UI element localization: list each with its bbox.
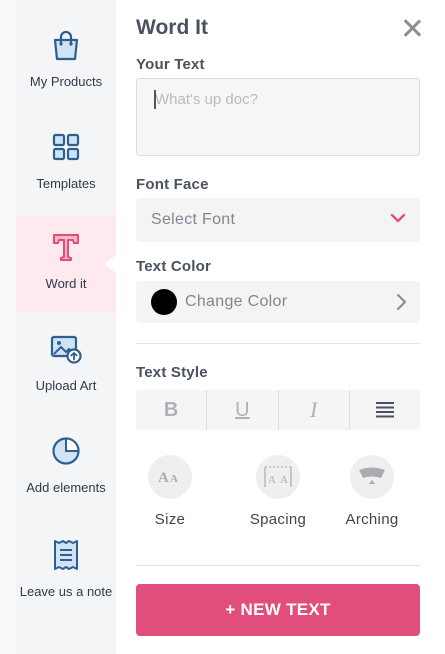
sidebar-item-label: Upload Art xyxy=(35,378,97,393)
bold-button[interactable]: B xyxy=(136,390,208,430)
font-size-icon: A A xyxy=(148,455,192,499)
text-color-label: Text Color xyxy=(136,258,212,275)
divider xyxy=(136,565,420,566)
sidebar-item-label: My Products xyxy=(29,74,103,89)
svg-text:A: A xyxy=(170,473,178,485)
underline-button[interactable]: U xyxy=(207,390,279,430)
spacing-tool[interactable]: A A Spacing xyxy=(238,455,318,528)
arch-icon xyxy=(350,455,394,499)
svg-text:A: A xyxy=(268,474,276,486)
sidebar-item-my-products[interactable]: My Products xyxy=(16,14,116,110)
font-select-text: Select Font xyxy=(151,211,236,228)
shopping-bag-icon xyxy=(49,28,83,62)
sidebar-item-label: Add elements xyxy=(26,480,106,495)
sidebar-item-word-it[interactable]: Word it xyxy=(16,216,117,312)
chevron-down-icon xyxy=(390,213,406,223)
sidebar-item-templates[interactable]: Templates xyxy=(16,116,116,212)
text-input[interactable] xyxy=(136,78,420,156)
sidebar-item-label: Leave us a note xyxy=(19,584,113,599)
svg-text:A: A xyxy=(280,474,288,486)
image-upload-icon xyxy=(49,332,83,366)
arching-tool[interactable]: Arching xyxy=(332,455,412,528)
text-t-icon xyxy=(49,230,83,264)
text-style-label: Text Style xyxy=(136,364,208,381)
sidebar: My Products Templates Word it Upload Art… xyxy=(0,0,117,654)
sidebar-item-leave-note[interactable]: Leave us a note xyxy=(16,524,116,620)
sidebar-item-label: Word it xyxy=(45,276,87,291)
svg-text:A: A xyxy=(158,470,169,486)
size-tool[interactable]: A A Size xyxy=(130,455,210,528)
word-it-panel: Word It Your Text Font Face Select Font … xyxy=(116,0,445,654)
grid-icon xyxy=(49,130,83,164)
your-text-label: Your Text xyxy=(136,56,205,73)
panel-title: Word It xyxy=(136,16,208,39)
change-color-button[interactable]: Change Color xyxy=(136,281,420,323)
new-text-button[interactable]: + NEW TEXT xyxy=(136,584,420,636)
align-button[interactable] xyxy=(350,390,420,430)
sidebar-item-upload-art[interactable]: Upload Art xyxy=(16,318,116,414)
note-icon xyxy=(49,538,83,572)
size-label: Size xyxy=(154,511,186,528)
close-icon[interactable] xyxy=(400,16,424,40)
font-face-label: Font Face xyxy=(136,176,209,193)
spacing-label: Spacing xyxy=(249,511,307,528)
text-caret xyxy=(154,90,156,109)
color-swatch xyxy=(151,289,177,315)
align-justify-icon xyxy=(375,402,394,418)
chevron-right-icon xyxy=(396,293,407,311)
italic-button[interactable]: I xyxy=(279,390,350,430)
letter-spacing-icon: A A xyxy=(256,455,300,499)
text-style-bar: B U I xyxy=(136,390,420,430)
sidebar-item-label: Templates xyxy=(36,176,96,191)
sidebar-item-add-elements[interactable]: Add elements xyxy=(16,420,116,516)
font-select[interactable]: Select Font xyxy=(136,198,420,242)
divider xyxy=(136,343,420,344)
arching-label: Arching xyxy=(345,511,399,528)
change-color-text: Change Color xyxy=(185,293,288,310)
shape-icon xyxy=(49,434,83,468)
